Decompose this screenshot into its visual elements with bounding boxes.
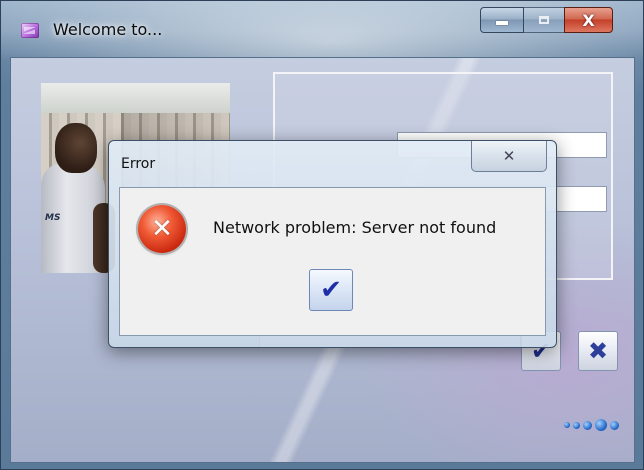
loading-dot	[610, 420, 619, 430]
dialog-title: Error	[121, 156, 156, 172]
app-icon	[21, 23, 39, 38]
dialog-ok-button[interactable]: ✔	[309, 269, 353, 311]
loading-dot	[564, 422, 570, 428]
cancel-button[interactable]: ✖	[578, 331, 618, 371]
close-icon: X	[582, 10, 595, 30]
close-icon: ✕	[502, 147, 516, 165]
close-button[interactable]: X	[564, 7, 613, 33]
error-icon: ✕	[138, 205, 186, 253]
minimize-icon	[496, 21, 508, 25]
error-x-glyph: ✕	[151, 214, 173, 244]
minimize-button[interactable]	[480, 7, 524, 33]
error-dialog: Error ✕ ✕ Network problem: Server not fo…	[108, 140, 557, 348]
loading-dot-active	[595, 419, 607, 431]
dialog-close-button[interactable]: ✕	[471, 141, 547, 172]
window-title: Welcome to...	[53, 20, 163, 39]
cancel-icon: ✖	[587, 337, 609, 365]
maximize-icon	[539, 16, 549, 24]
loading-indicator	[564, 418, 634, 432]
loading-dot	[583, 420, 592, 430]
dialog-body: ✕ Network problem: Server not found ✔	[119, 187, 546, 336]
maximize-button[interactable]	[523, 7, 565, 33]
title-bar[interactable]: Welcome to... X	[1, 1, 644, 57]
loading-dot	[573, 421, 580, 429]
caption-buttons: X	[480, 7, 636, 33]
check-icon: ✔	[320, 275, 342, 305]
error-message: Network problem: Server not found	[213, 218, 497, 237]
